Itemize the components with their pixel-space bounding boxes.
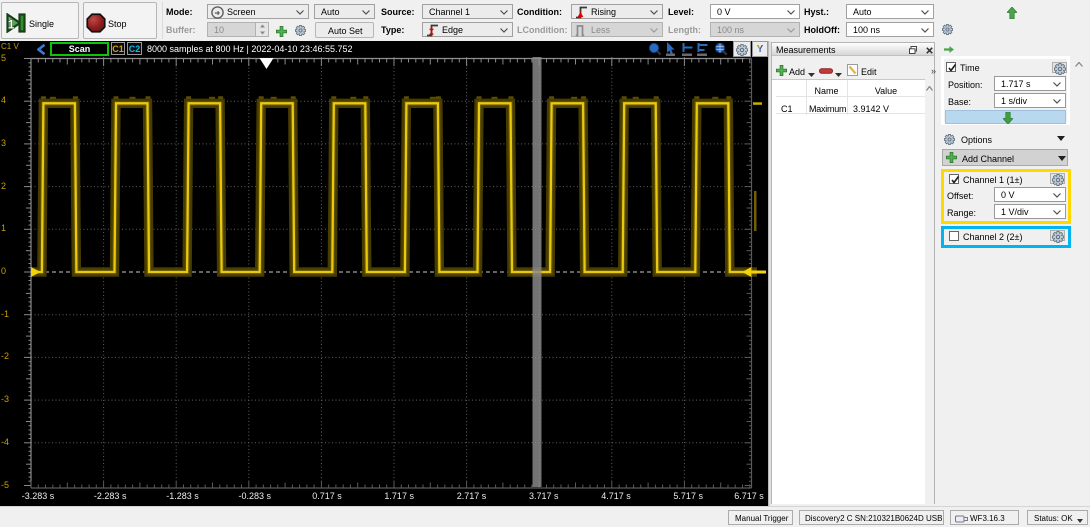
svg-text:1: 1: [8, 18, 15, 32]
